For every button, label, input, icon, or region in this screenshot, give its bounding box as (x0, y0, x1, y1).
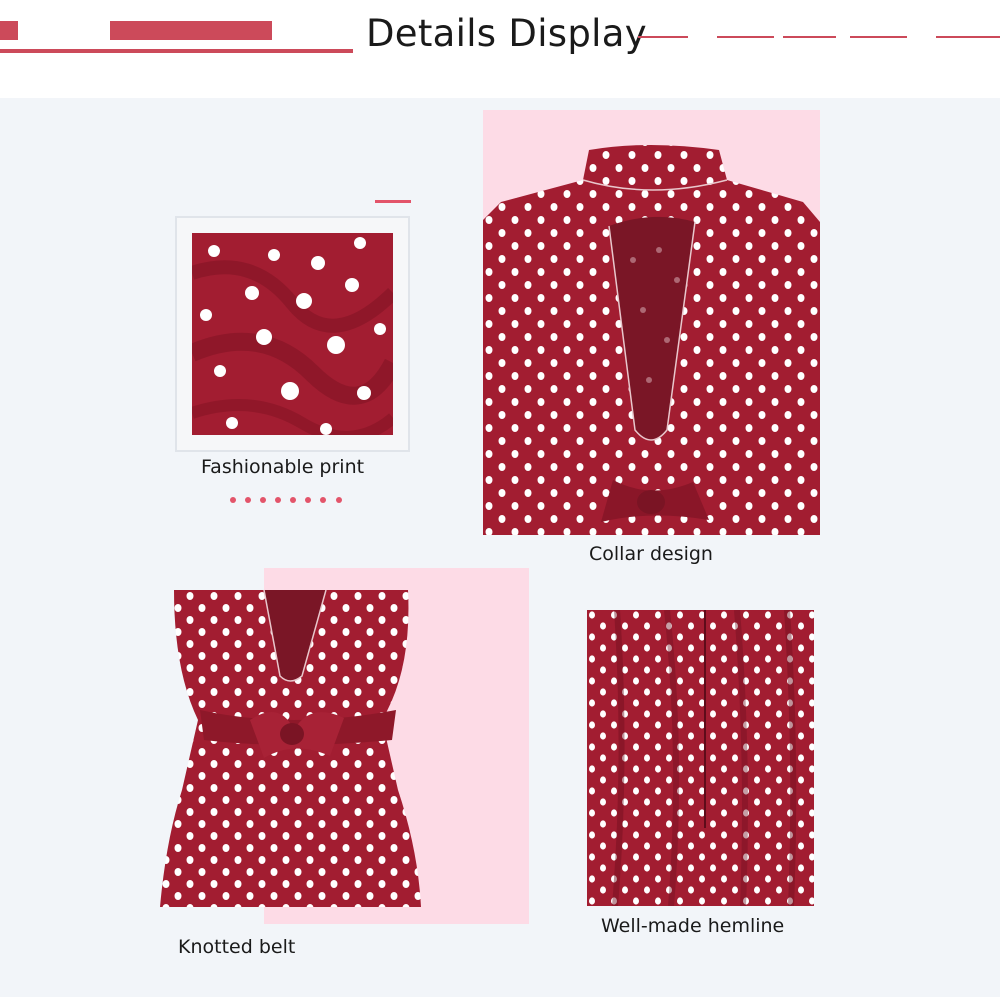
caption-hemline: Well-made hemline (601, 915, 785, 937)
page-title: Details Display (366, 12, 647, 55)
header-dash (850, 36, 907, 38)
header-accent-block (110, 21, 272, 40)
caption-collar: Collar design (589, 543, 713, 565)
decorative-dot (275, 497, 281, 503)
accent-dash (375, 200, 411, 203)
header: Details Display (0, 0, 1000, 98)
caption-print: Fashionable print (201, 456, 365, 478)
print-closeup-image (192, 233, 393, 435)
header-dash (638, 36, 688, 38)
decorative-dot (305, 497, 311, 503)
decorative-dot (336, 497, 342, 503)
header-dash (717, 36, 774, 38)
decorative-dot (260, 497, 266, 503)
knotted-belt-image (160, 590, 421, 907)
hemline-image (587, 610, 814, 906)
decorative-dot (320, 497, 326, 503)
header-underline (0, 49, 353, 53)
decorative-dot (230, 497, 236, 503)
decorative-dot (290, 497, 296, 503)
collar-design-image (483, 110, 820, 535)
header-dash (783, 36, 836, 38)
header-dash (936, 36, 1000, 38)
header-accent-block-left (0, 21, 18, 40)
caption-belt: Knotted belt (178, 936, 296, 958)
decorative-dot (245, 497, 251, 503)
